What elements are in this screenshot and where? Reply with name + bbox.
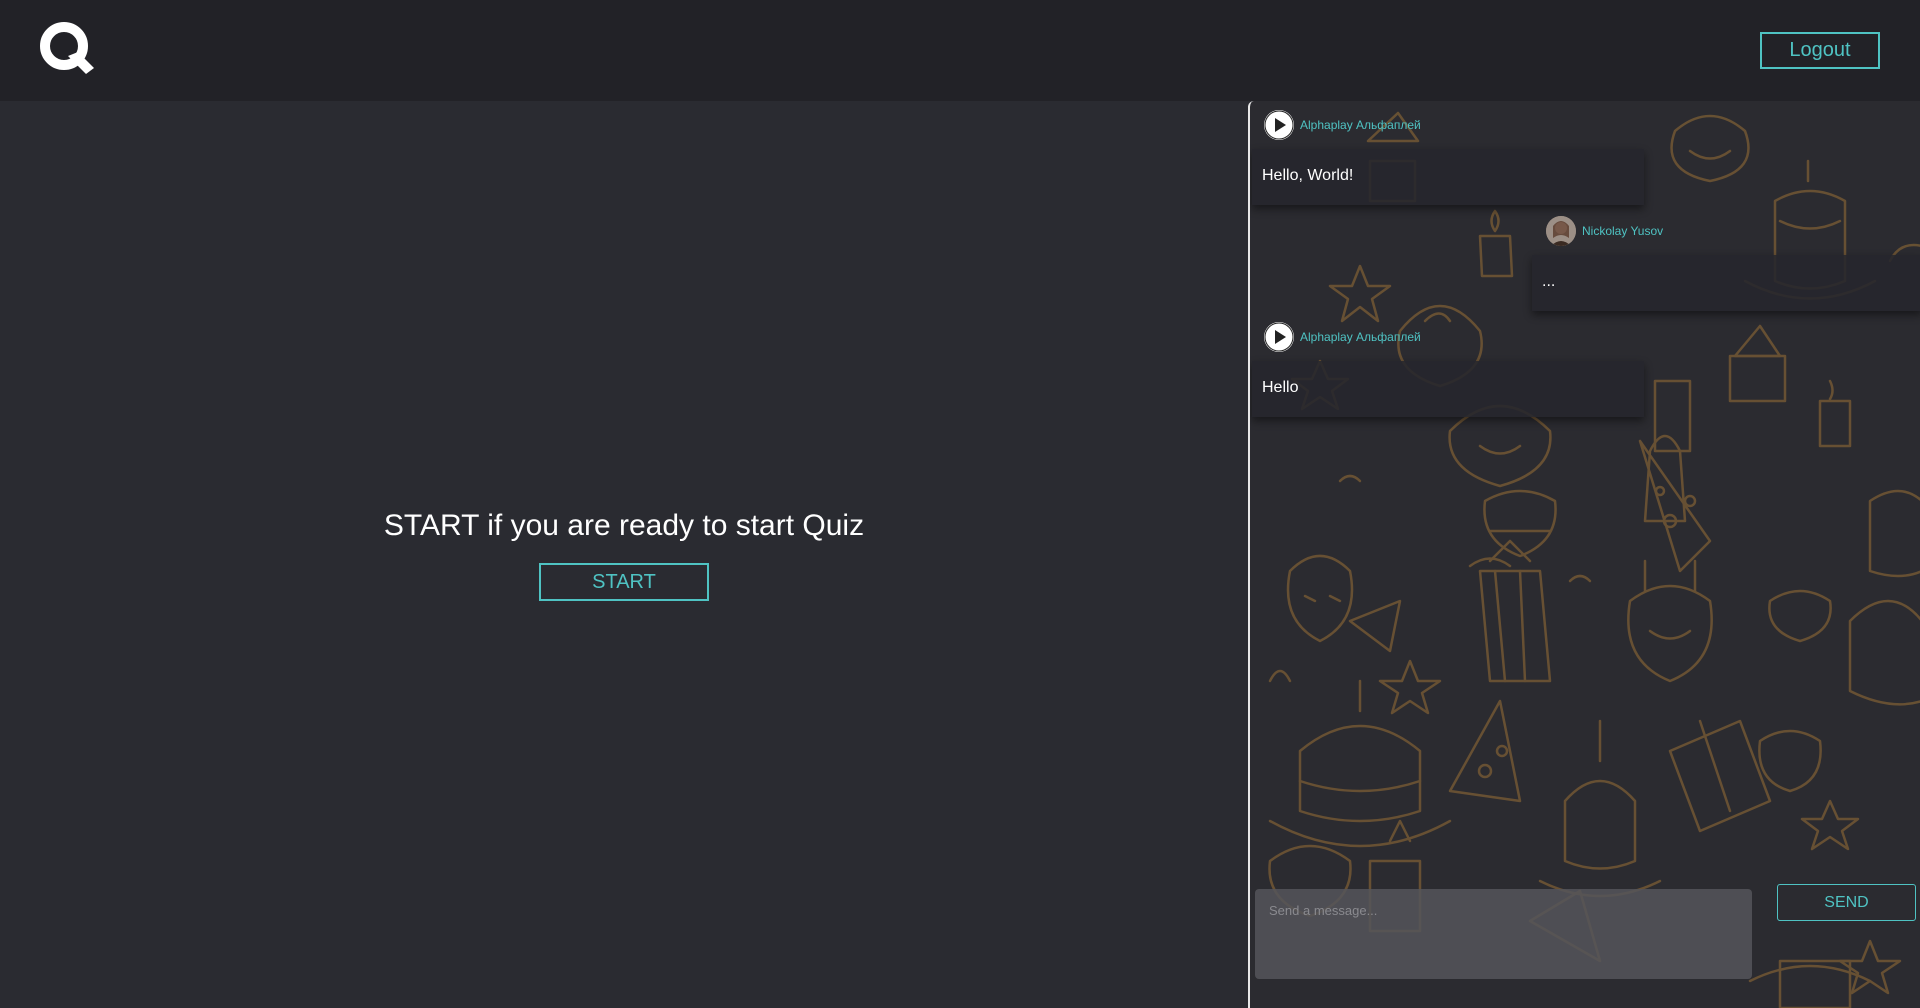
- message-input[interactable]: [1255, 889, 1752, 979]
- top-bar: Logout: [0, 0, 1920, 101]
- message-header: Alphaplay Альфаплей: [1264, 109, 1656, 141]
- chat-message: Nickolay Yusov ...: [1532, 215, 1920, 311]
- start-panel: START if you are ready to start Quiz STA…: [0, 509, 1248, 601]
- logout-button[interactable]: Logout: [1760, 32, 1880, 69]
- start-button[interactable]: START: [539, 563, 709, 601]
- alphaplay-logo-icon: [1264, 322, 1294, 352]
- user-photo-avatar: [1546, 216, 1576, 246]
- chat-panel: Alphaplay Альфаплей Hello, World! Nickol…: [1248, 101, 1920, 1008]
- send-button[interactable]: SEND: [1777, 884, 1916, 921]
- message-bubble: ...: [1532, 255, 1920, 311]
- start-prompt: START if you are ready to start Quiz: [383, 509, 865, 542]
- alphaplay-logo-icon: [1264, 110, 1294, 140]
- sender-name: Alphaplay Альфаплей: [1300, 330, 1421, 344]
- message-header: Nickolay Yusov: [1546, 215, 1920, 247]
- q-logo-icon[interactable]: [38, 22, 96, 78]
- chat-message: Alphaplay Альфаплей Hello, World!: [1252, 109, 1656, 205]
- message-header: Alphaplay Альфаплей: [1264, 321, 1656, 353]
- sender-name: Alphaplay Альфаплей: [1300, 118, 1421, 132]
- chat-message: Alphaplay Альфаплей Hello: [1252, 321, 1656, 417]
- sender-name: Nickolay Yusov: [1582, 224, 1664, 238]
- quiz-main-area: START if you are ready to start Quiz STA…: [0, 101, 1248, 1008]
- message-bubble: Hello: [1252, 361, 1644, 417]
- message-bubble: Hello, World!: [1252, 149, 1644, 205]
